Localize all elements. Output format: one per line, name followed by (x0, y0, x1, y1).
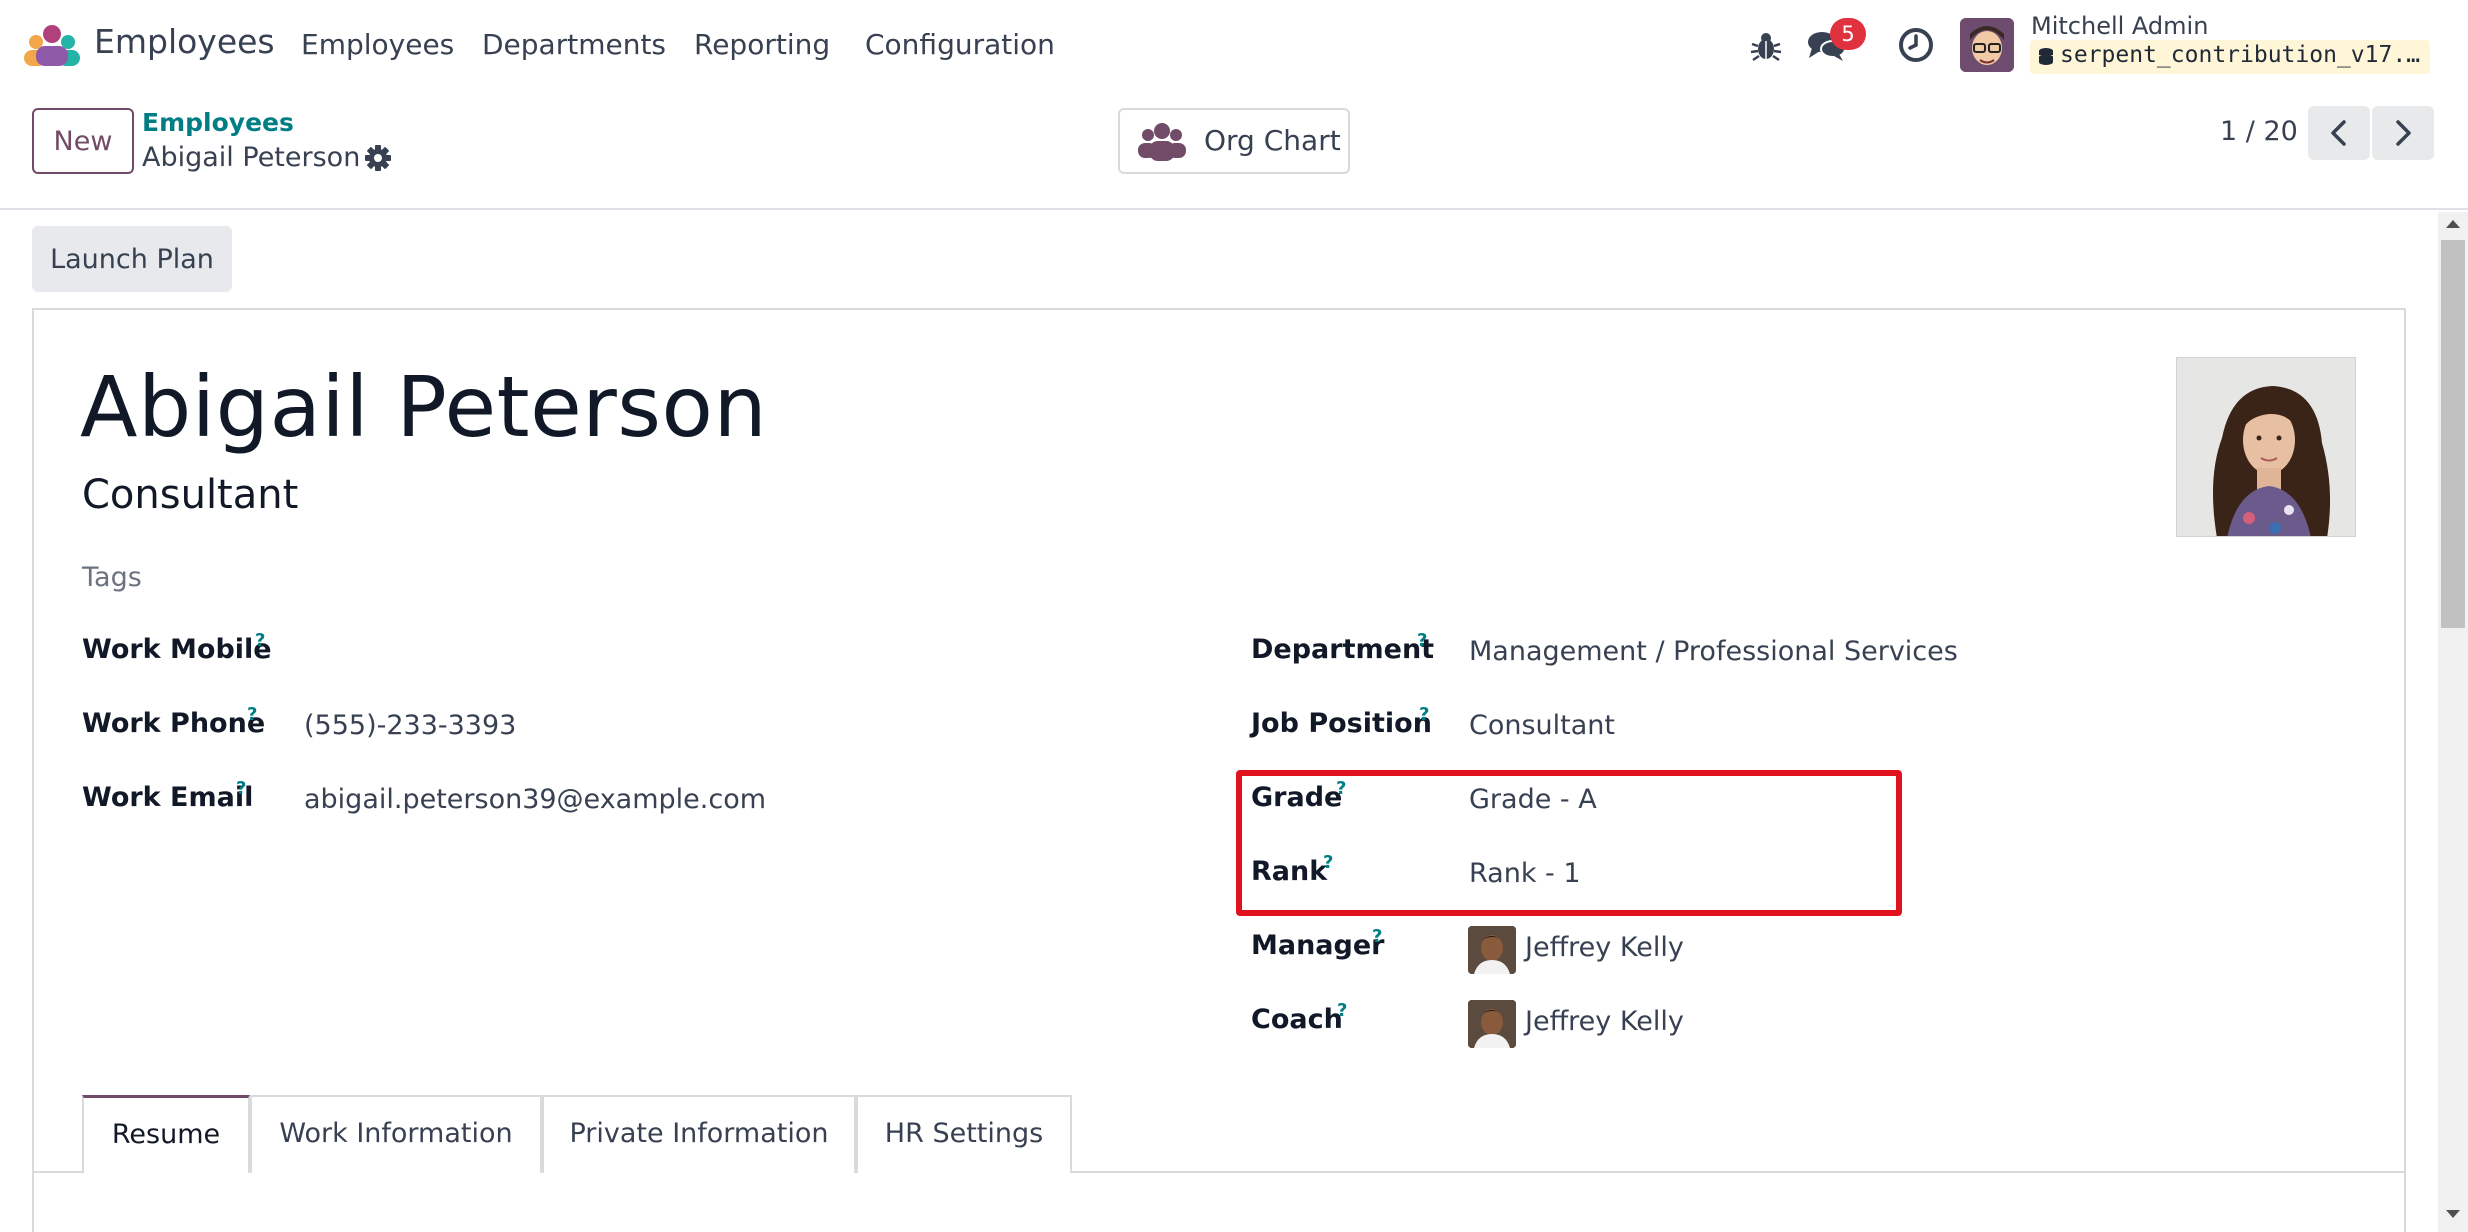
top-navbar: Employees Employees Departments Reportin… (0, 0, 2468, 90)
new-button[interactable]: New (32, 108, 134, 174)
tab-resume[interactable]: Resume (82, 1095, 250, 1173)
user-avatar[interactable] (1960, 18, 2014, 72)
tab-hr-settings[interactable]: HR Settings (856, 1095, 1072, 1173)
employee-photo[interactable] (2176, 357, 2356, 537)
work-mobile-label: Work Mobile (82, 634, 272, 665)
employee-job-title[interactable]: Consultant (82, 472, 298, 518)
manager-help[interactable]: ? (1372, 926, 1382, 947)
department-value[interactable]: Management / Professional Services (1469, 636, 1958, 667)
department-help[interactable]: ? (1417, 630, 1427, 651)
scroll-up-arrow[interactable] (2446, 220, 2460, 228)
gear-icon[interactable] (364, 144, 392, 172)
breadcrumb-current: Abigail Peterson (142, 142, 361, 173)
bug-icon[interactable] (1748, 28, 1784, 64)
work-email-value[interactable]: abigail.peterson39@example.com (304, 784, 766, 815)
breadcrumb-employees[interactable]: Employees (142, 108, 294, 137)
menu-employees[interactable]: Employees (301, 28, 454, 61)
pager-next-button[interactable] (2372, 106, 2434, 160)
coach-label: Coach (1251, 1004, 1343, 1035)
menu-configuration[interactable]: Configuration (865, 28, 1055, 61)
manager-label: Manager (1251, 930, 1385, 961)
menu-departments[interactable]: Departments (482, 28, 666, 61)
work-phone-label: Work Phone (82, 708, 266, 739)
work-phone-help[interactable]: ? (247, 704, 257, 725)
chat-count-badge: 5 (1830, 18, 1866, 50)
tab-private-information[interactable]: Private Information (542, 1095, 856, 1173)
pager-previous-button[interactable] (2308, 106, 2370, 160)
job-position-help[interactable]: ? (1419, 704, 1429, 725)
work-mobile-help[interactable]: ? (255, 630, 265, 651)
tags-input[interactable]: Tags (82, 562, 142, 593)
database-label: serpent_contribution_v17... (2060, 42, 2430, 68)
launch-plan-button[interactable]: Launch Plan (32, 226, 232, 292)
menu-reporting[interactable]: Reporting (694, 28, 830, 61)
database-icon (2039, 48, 2053, 65)
employee-name[interactable]: Abigail Peterson (80, 358, 767, 456)
scroll-down-arrow[interactable] (2446, 1210, 2460, 1218)
scrollbar-thumb[interactable] (2441, 240, 2465, 628)
work-email-label: Work Email (82, 782, 254, 813)
job-position-value[interactable]: Consultant (1469, 710, 1615, 741)
employees-app-icon[interactable] (24, 24, 80, 68)
tab-work-information[interactable]: Work Information (250, 1095, 542, 1173)
chevron-right-icon (2396, 120, 2411, 146)
pager-value[interactable]: 1 / 20 (2220, 116, 2298, 147)
chevron-left-icon (2331, 120, 2346, 146)
coach-avatar (1468, 1000, 1516, 1048)
org-chart-label: Org Chart (1204, 124, 1341, 157)
activity-clock-icon[interactable] (1897, 26, 1935, 64)
job-position-label: Job Position (1251, 708, 1432, 739)
grade-rank-highlight (1236, 770, 1902, 916)
control-panel: New Employees Abigail Peterson Org Chart… (0, 90, 2468, 210)
coach-help[interactable]: ? (1337, 1000, 1347, 1021)
work-phone-value[interactable]: (555)-233-3393 (304, 710, 516, 741)
department-label: Department (1251, 634, 1435, 665)
coach-value[interactable]: Jeffrey Kelly (1525, 1006, 1684, 1037)
users-icon (1138, 123, 1186, 161)
database-name: serpent_contribution_v17... (2030, 40, 2430, 74)
user-name[interactable]: Mitchell Admin (2031, 12, 2208, 40)
app-name[interactable]: Employees (94, 22, 275, 61)
org-chart-button[interactable]: Org Chart (1118, 108, 1350, 174)
work-email-help[interactable]: ? (236, 778, 246, 799)
manager-value[interactable]: Jeffrey Kelly (1525, 932, 1684, 963)
manager-avatar (1468, 926, 1516, 974)
